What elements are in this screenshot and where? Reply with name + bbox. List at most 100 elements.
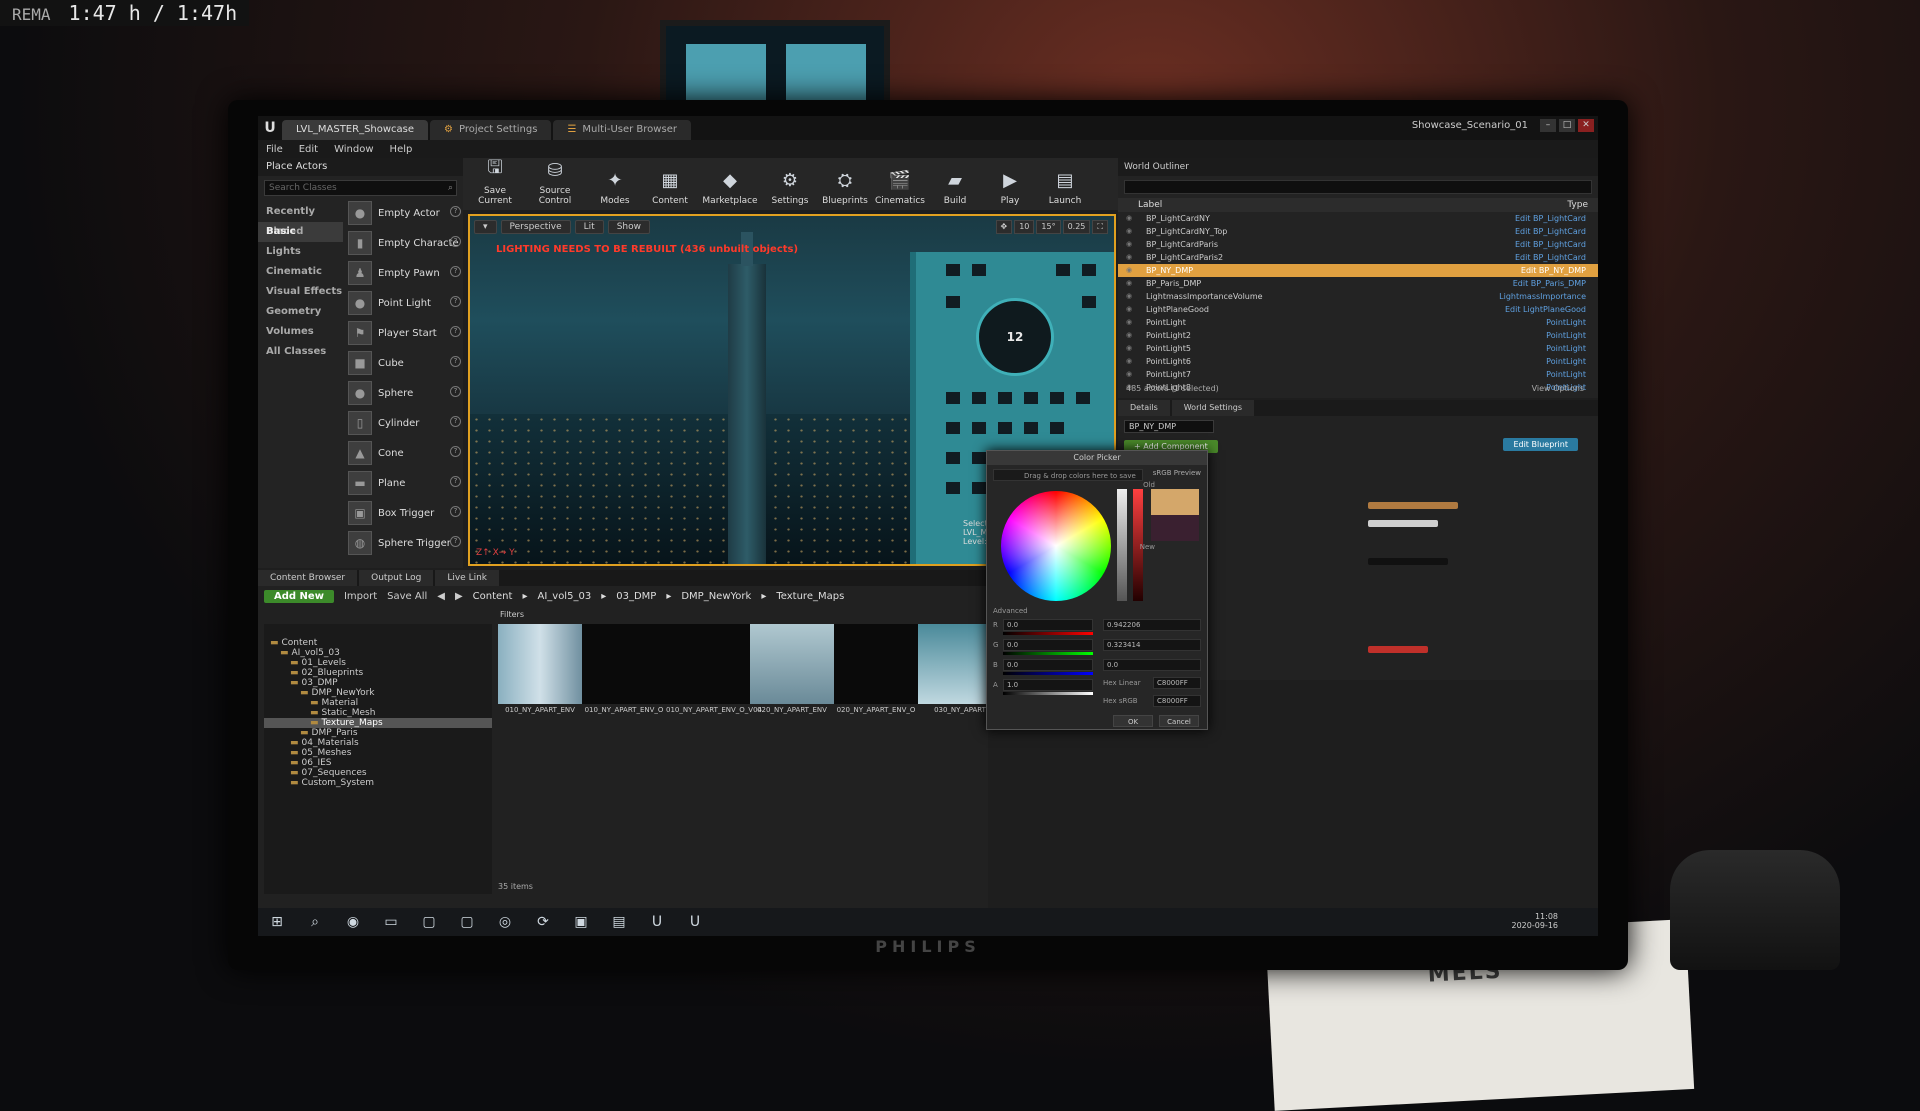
- tab-multi-user[interactable]: ☰ Multi-User Browser: [553, 120, 691, 140]
- asset-tile[interactable]: 010_NY_APART_ENV_O: [582, 624, 666, 724]
- search-classes-input[interactable]: Search Classes ⌕: [264, 180, 457, 196]
- category-geometry[interactable]: Geometry: [258, 302, 343, 322]
- cancel-button[interactable]: Cancel: [1159, 715, 1199, 727]
- folder-tree-item[interactable]: ▬ 01_Levels: [264, 658, 492, 668]
- build-button[interactable]: ▰ Build: [929, 167, 981, 207]
- outliner-row[interactable]: LightmassImportanceVolumeLightmassImport…: [1118, 290, 1598, 303]
- maximize-viewport-button[interactable]: ⛶: [1092, 220, 1108, 234]
- folder-tree-item[interactable]: ▬ 04_Materials: [264, 738, 492, 748]
- content-button[interactable]: ▦ Content: [644, 167, 696, 207]
- folder-tree-item[interactable]: ▬ Texture_Maps: [264, 718, 492, 728]
- color-swatch-drop-area[interactable]: Drag & drop colors here to save: [993, 469, 1143, 481]
- viewport-menu-button[interactable]: ▾: [474, 220, 497, 234]
- outliner-row[interactable]: BP_Paris_DMPEdit BP_Paris_DMP: [1118, 277, 1598, 290]
- category-cinematic[interactable]: Cinematic: [258, 262, 343, 282]
- save-all-button[interactable]: Save All: [387, 591, 427, 602]
- actor-point-light[interactable]: ● Point Light?: [346, 288, 461, 318]
- color-wheel[interactable]: [1001, 491, 1111, 601]
- outliner-row[interactable]: BP_LightCardParisEdit BP_LightCard: [1118, 238, 1598, 251]
- outliner-row[interactable]: PointLight7PointLight: [1118, 368, 1598, 381]
- actor-cylinder[interactable]: ▯ Cylinder?: [346, 408, 461, 438]
- outliner-search-input[interactable]: [1124, 180, 1592, 194]
- breadcrumb-item[interactable]: AI_vol5_03: [537, 591, 591, 602]
- actor-cone[interactable]: ▲ Cone?: [346, 438, 461, 468]
- folder-tree-item[interactable]: ▬ 06_IES: [264, 758, 492, 768]
- folder-tree-item[interactable]: ▬ 03_DMP: [264, 678, 492, 688]
- folder-tree-item[interactable]: ▬ 07_Sequences: [264, 768, 492, 778]
- channel-value-field[interactable]: 0.0: [1003, 639, 1093, 651]
- category-recently-placed[interactable]: Recently Placed: [258, 202, 343, 237]
- view-options-button[interactable]: View Options: [1532, 384, 1584, 393]
- play-button[interactable]: ▶ Play: [984, 167, 1036, 207]
- transform-tool-button[interactable]: ✥: [995, 220, 1013, 234]
- cinematics-button[interactable]: 🎬 Cinematics: [874, 167, 926, 207]
- folder-tree-item[interactable]: ▬ AI_vol5_03: [264, 648, 492, 658]
- filters-button[interactable]: Filters: [500, 610, 524, 619]
- lit-button[interactable]: Lit: [574, 220, 604, 234]
- channel-value-field[interactable]: 0.0: [1003, 619, 1093, 631]
- folder-icon[interactable]: ▭: [382, 914, 400, 930]
- outliner-row[interactable]: BP_LightCardNY_TopEdit BP_LightCard: [1118, 225, 1598, 238]
- launch-button[interactable]: ▤ Launch: [1039, 167, 1091, 207]
- outliner-row[interactable]: PointLight6PointLight: [1118, 355, 1598, 368]
- unreal-logo-icon[interactable]: U: [686, 914, 704, 930]
- menu-file[interactable]: File: [266, 144, 283, 155]
- actor-cube[interactable]: ■ Cube?: [346, 348, 461, 378]
- actor-plane[interactable]: ▬ Plane?: [346, 468, 461, 498]
- actor-name-field[interactable]: BP_NY_DMP: [1124, 420, 1214, 433]
- unreal-logo-icon[interactable]: U: [648, 914, 666, 930]
- outliner-row[interactable]: PointLight2PointLight: [1118, 329, 1598, 342]
- outliner-row[interactable]: BP_LightCardParis2Edit BP_LightCard: [1118, 251, 1598, 264]
- actor-player-start[interactable]: ⚑ Player Start?: [346, 318, 461, 348]
- category-lights[interactable]: Lights: [258, 242, 343, 262]
- breadcrumb-item[interactable]: 03_DMP: [616, 591, 656, 602]
- settings-button[interactable]: ⚙ Settings: [764, 167, 816, 207]
- close-button[interactable]: ✕: [1578, 119, 1594, 132]
- folder-tree-item[interactable]: ▬ 02_Blueprints: [264, 668, 492, 678]
- actor-empty-actor[interactable]: ● Empty Actor?: [346, 198, 461, 228]
- channel-value-field[interactable]: 1.0: [1003, 679, 1093, 691]
- marketplace-button[interactable]: ◆ Marketplace: [699, 167, 761, 207]
- window-icon[interactable]: ▢: [458, 914, 476, 930]
- breadcrumb-item[interactable]: DMP_NewYork: [681, 591, 751, 602]
- channel-slider[interactable]: [1003, 632, 1093, 635]
- outliner-row[interactable]: PointLight5PointLight: [1118, 342, 1598, 355]
- grid-snap-value[interactable]: 10: [1014, 220, 1035, 234]
- column-label[interactable]: Label: [1138, 198, 1162, 212]
- asset-tile[interactable]: 020_NY_APART_ENV: [750, 624, 834, 724]
- advanced-toggle[interactable]: Advanced: [993, 607, 1028, 615]
- channel-value-field[interactable]: 0.0: [1003, 659, 1093, 671]
- app-icon[interactable]: ▣: [572, 914, 590, 930]
- modes-button[interactable]: ✦ Modes: [589, 167, 641, 207]
- add-new-button[interactable]: Add New: [264, 589, 334, 603]
- breadcrumb-item[interactable]: Texture_Maps: [776, 591, 844, 602]
- folder-tree-item[interactable]: ▬ DMP_Paris: [264, 728, 492, 738]
- hsv-value-field[interactable]: 0.942206: [1103, 619, 1201, 631]
- history-back-icon[interactable]: ◀: [437, 591, 445, 602]
- hex-srgb-field[interactable]: C8000FF: [1153, 695, 1201, 707]
- edit-blueprint-button[interactable]: Edit Blueprint: [1503, 438, 1578, 451]
- hex-linear-field[interactable]: C8000FF: [1153, 677, 1201, 689]
- perspective-button[interactable]: Perspective: [500, 220, 571, 234]
- app-icon[interactable]: ◎: [496, 914, 514, 930]
- category-all-classes[interactable]: All Classes: [258, 342, 343, 362]
- actor-sphere-trigger[interactable]: ◍ Sphere Trigger?: [346, 528, 461, 558]
- channel-slider[interactable]: [1003, 692, 1093, 695]
- category-volumes[interactable]: Volumes: [258, 322, 343, 342]
- hsv-value-field[interactable]: 0.0: [1103, 659, 1201, 671]
- menu-window[interactable]: Window: [334, 144, 373, 155]
- saturation-slider[interactable]: [1117, 489, 1127, 601]
- category-visual-effects[interactable]: Visual Effects: [258, 282, 343, 302]
- tab-world-settings[interactable]: World Settings: [1171, 400, 1255, 416]
- folder-tree-item[interactable]: ▬ Static_Mesh: [264, 708, 492, 718]
- actor-empty-pawn[interactable]: ♟ Empty Pawn?: [346, 258, 461, 288]
- outliner-row[interactable]: BP_LightCardNYEdit BP_LightCard: [1118, 212, 1598, 225]
- folder-tree-item[interactable]: ▬ Material: [264, 698, 492, 708]
- scale-snap-value[interactable]: 0.25: [1062, 220, 1091, 234]
- column-type[interactable]: Type: [1567, 198, 1588, 212]
- actor-box-trigger[interactable]: ▣ Box Trigger?: [346, 498, 461, 528]
- channel-slider[interactable]: [1003, 672, 1093, 675]
- window-icon[interactable]: ▢: [420, 914, 438, 930]
- breadcrumb-item[interactable]: Content: [473, 591, 513, 602]
- actor-sphere[interactable]: ● Sphere?: [346, 378, 461, 408]
